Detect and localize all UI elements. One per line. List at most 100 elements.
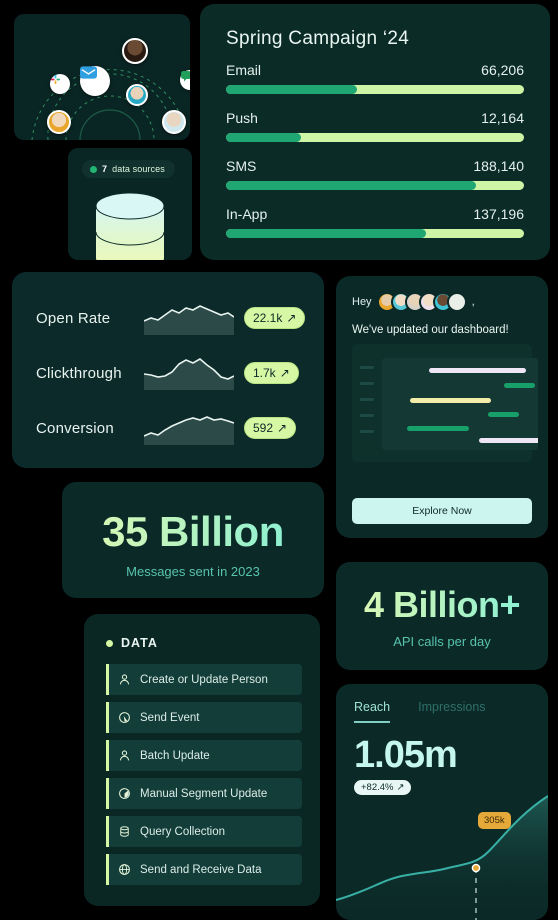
- reach-card: Reach Impressions 1.05m +82.4% ↗ 305k: [336, 684, 548, 920]
- data-item-label: Manual Segment Update: [140, 787, 268, 800]
- avatar: [126, 84, 148, 106]
- trend-up-icon: ↗: [286, 311, 297, 325]
- metric-value: 22.1k: [253, 311, 283, 325]
- messages-stat-number: 35 Billion: [62, 508, 324, 556]
- tab-impressions[interactable]: Impressions: [418, 700, 485, 723]
- data-item-manual-segment-update[interactable]: Manual Segment Update: [106, 778, 302, 809]
- data-item-create-or-update-person[interactable]: Create or Update Person: [106, 664, 302, 695]
- data-sources-count: 7: [102, 164, 108, 174]
- data-item-label: Create or Update Person: [140, 673, 268, 686]
- greeting-text: Hey: [352, 296, 372, 308]
- avatar: [47, 110, 71, 134]
- channel-progress-track: [226, 133, 524, 142]
- gantt-bar: [428, 368, 526, 373]
- sparkline-chart: [144, 305, 234, 335]
- chart-point-marker: [471, 863, 481, 873]
- channel-progress-fill: [226, 85, 358, 94]
- channel-value: 188,140: [473, 158, 524, 174]
- metric-row: Conversion 592 ↗: [36, 408, 306, 448]
- data-item-query-collection[interactable]: Query Collection: [106, 816, 302, 847]
- data-item-label: Batch Update: [140, 749, 210, 762]
- channel-progress-track: [226, 229, 524, 238]
- segment-pie-icon: [119, 788, 130, 799]
- metric-value: 592: [253, 421, 274, 435]
- data-panel-heading: DATA: [106, 636, 158, 650]
- person-icon: [119, 750, 130, 761]
- person-icon: [119, 674, 130, 685]
- database-cylinder-graphic: [95, 192, 165, 260]
- metric-row: Clickthrough 1.7k ↗: [36, 353, 306, 393]
- channel-progress-fill: [226, 133, 301, 142]
- explore-now-button[interactable]: Explore Now: [352, 498, 532, 524]
- avatar: [162, 110, 186, 134]
- channel-value: 12,164: [481, 110, 524, 126]
- tab-reach[interactable]: Reach: [354, 700, 391, 723]
- gantt-bar: [410, 398, 492, 403]
- channel-name: SMS: [226, 158, 257, 174]
- metric-label: Open Rate: [36, 309, 111, 327]
- data-item-label: Send and Receive Data: [140, 863, 262, 876]
- gantt-bar: [478, 438, 538, 443]
- cursor-click-icon: [119, 712, 130, 723]
- campaign-channel-row: In-App 137,196: [226, 206, 524, 238]
- channel-progress-track: [226, 181, 524, 190]
- metric-row: Open Rate 22.1k ↗: [36, 298, 306, 338]
- greeting-line: Hey ,: [352, 292, 475, 312]
- data-heading-label: DATA: [121, 636, 158, 650]
- avatar: [122, 38, 148, 64]
- bullet-dot-icon: [106, 639, 113, 647]
- metric-value-pill: 592 ↗: [244, 417, 297, 439]
- chart-tooltip: 305k: [478, 812, 511, 829]
- dashboard-preview: [352, 344, 538, 462]
- metric-label: Conversion: [36, 419, 114, 437]
- data-sources-card: 7 data sources: [68, 148, 192, 260]
- email-icon: [80, 66, 110, 96]
- reach-area-chart: [336, 795, 548, 920]
- avatar: [446, 292, 467, 312]
- channel-progress-fill: [226, 181, 477, 190]
- customer-network-card: [14, 14, 190, 140]
- globe-icon: [119, 864, 130, 875]
- reach-value: 1.05m: [354, 734, 458, 776]
- metric-value: 1.7k: [253, 366, 276, 380]
- slack-icon: [50, 74, 70, 94]
- channel-value: 137,196: [473, 206, 524, 222]
- metric-label: Clickthrough: [36, 364, 122, 382]
- campaign-channel-row: SMS 188,140: [226, 158, 524, 190]
- database-icon: [120, 826, 129, 837]
- data-actions-list: Create or Update Person Send Event Batch…: [106, 664, 302, 892]
- metrics-card: Open Rate 22.1k ↗ Clickthrough 1.7k ↗ Co…: [12, 272, 324, 468]
- metric-value-pill: 22.1k ↗: [244, 307, 306, 329]
- gantt-chart: [382, 358, 538, 450]
- channel-name: Email: [226, 62, 262, 78]
- data-actions-card: DATA Create or Update Person Send Event: [84, 614, 320, 906]
- reach-tabs: Reach Impressions: [354, 700, 486, 723]
- trend-up-icon: ↗: [277, 421, 288, 435]
- campaign-card: Spring Campaign ‘24 Email 66,206 Push 12…: [200, 4, 550, 260]
- api-stat-card: 4 Billion+ API calls per day: [336, 562, 548, 670]
- data-sources-badge: 7 data sources: [82, 160, 175, 178]
- avatar-stack: [376, 292, 467, 312]
- data-item-batch-update[interactable]: Batch Update: [106, 740, 302, 771]
- metric-value-pill: 1.7k ↗: [244, 362, 299, 384]
- channel-progress-track: [226, 85, 524, 94]
- channel-progress-fill: [226, 229, 426, 238]
- greeting-end: ,: [471, 296, 475, 308]
- api-stat-number: 4 Billion+: [336, 584, 548, 626]
- gantt-bar: [488, 412, 520, 417]
- data-item-send-event[interactable]: Send Event: [106, 702, 302, 733]
- data-item-label: Send Event: [140, 711, 200, 724]
- gantt-bar: [503, 383, 535, 388]
- channel-value: 66,206: [481, 62, 524, 78]
- channel-name: In-App: [226, 206, 268, 222]
- data-sources-label: data sources: [112, 164, 165, 174]
- update-message: We've updated our dashboard!: [352, 324, 509, 336]
- data-item-send-and-receive-data[interactable]: Send and Receive Data: [106, 854, 302, 885]
- trend-up-icon: ↗: [279, 366, 290, 380]
- dashboard-collage: 7 data sources Spring Campaign ‘24 Email…: [0, 0, 558, 920]
- dashboard-update-card: Hey , We've updated our dashboard! Explo…: [336, 276, 548, 538]
- status-dot-icon: [90, 165, 97, 173]
- channel-name: Push: [226, 110, 258, 126]
- campaign-title: Spring Campaign ‘24: [226, 28, 410, 49]
- messages-stat-card: 35 Billion Messages sent in 2023: [62, 482, 324, 598]
